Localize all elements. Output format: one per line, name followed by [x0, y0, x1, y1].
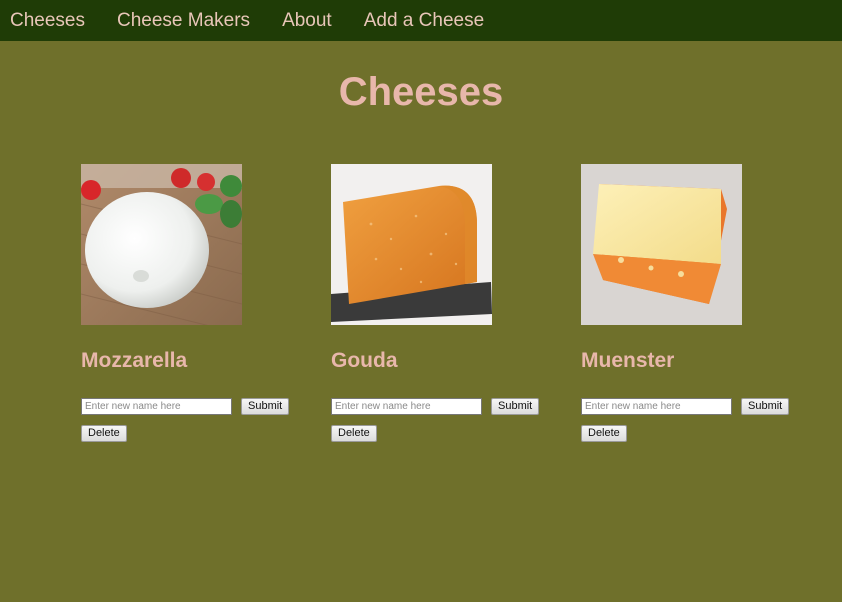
rename-input[interactable] [331, 398, 482, 415]
cheese-name: Gouda [331, 349, 398, 372]
delete-button[interactable]: Delete [581, 425, 627, 442]
muenster-photo [581, 164, 742, 325]
nav-link-add-cheese[interactable]: Add a Cheese [364, 10, 484, 32]
cheese-name: Mozzarella [81, 349, 188, 372]
rename-form: Submit [331, 398, 551, 415]
rename-input[interactable] [581, 398, 732, 415]
cheese-card-mozzarella: Mozzarella Submit Delete [81, 164, 301, 442]
nav-link-cheeses[interactable]: Cheeses [10, 10, 85, 32]
rename-input[interactable] [81, 398, 232, 415]
top-navbar: Cheeses Cheese Makers About Add a Cheese [0, 0, 842, 41]
submit-button[interactable]: Submit [741, 398, 790, 415]
cheese-card-muenster: Muenster Submit Delete [581, 164, 801, 442]
nav-link-cheese-makers[interactable]: Cheese Makers [117, 10, 250, 32]
submit-button[interactable]: Submit [491, 398, 540, 415]
rename-form: Submit [81, 398, 301, 415]
mozzarella-photo [81, 164, 242, 325]
page-title: Cheeses [338, 70, 504, 114]
submit-button[interactable]: Submit [241, 398, 290, 415]
delete-button[interactable]: Delete [81, 425, 127, 442]
gouda-photo [331, 164, 492, 325]
delete-button[interactable]: Delete [331, 425, 377, 442]
cheese-card-gouda: Gouda Submit Delete [331, 164, 551, 442]
nav-link-about[interactable]: About [282, 10, 332, 32]
cheese-name: Muenster [581, 349, 675, 372]
rename-form: Submit [581, 398, 801, 415]
